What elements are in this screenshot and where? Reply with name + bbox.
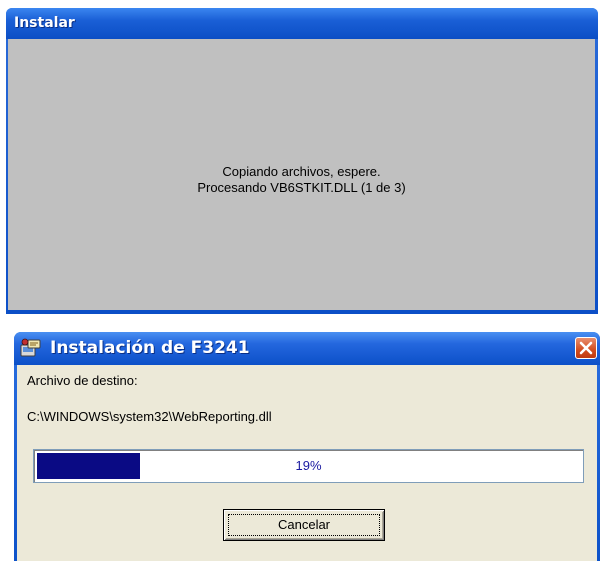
setup-window-titlebar[interactable]: Instalación de F3241	[14, 332, 600, 365]
cancel-button[interactable]: Cancelar	[223, 509, 385, 541]
progress-percent: 19%	[295, 458, 322, 473]
install-window-body: Copiando archivos, espere. Procesando VB…	[8, 39, 595, 310]
install-status-line-1: Copiando archivos, espere.	[222, 164, 381, 179]
destination-path: C:\WINDOWS\system32\WebReporting.dll	[27, 409, 272, 424]
install-status-line-2: Procesando VB6STKIT.DLL (1 de 3)	[197, 180, 406, 195]
close-icon	[579, 341, 593, 355]
setup-window: Instalación de F3241 Archivo de destino:…	[14, 332, 600, 561]
setup-window-title: Instalación de F3241	[50, 338, 250, 358]
setup-window-body: Archivo de destino: C:\WINDOWS\system32\…	[17, 365, 597, 561]
cancel-button-label: Cancelar	[277, 517, 331, 532]
install-window-titlebar[interactable]: Instalar	[6, 8, 598, 39]
install-status-message: Copiando archivos, espere. Procesando VB…	[8, 164, 595, 196]
close-button[interactable]	[575, 337, 597, 359]
install-window: Instalar Copiando archivos, espere. Proc…	[6, 8, 598, 314]
install-window-title: Instalar	[14, 15, 75, 31]
setup-app-icon	[20, 338, 41, 357]
progress-bar: 19%	[33, 449, 584, 483]
destination-label: Archivo de destino:	[27, 373, 138, 388]
